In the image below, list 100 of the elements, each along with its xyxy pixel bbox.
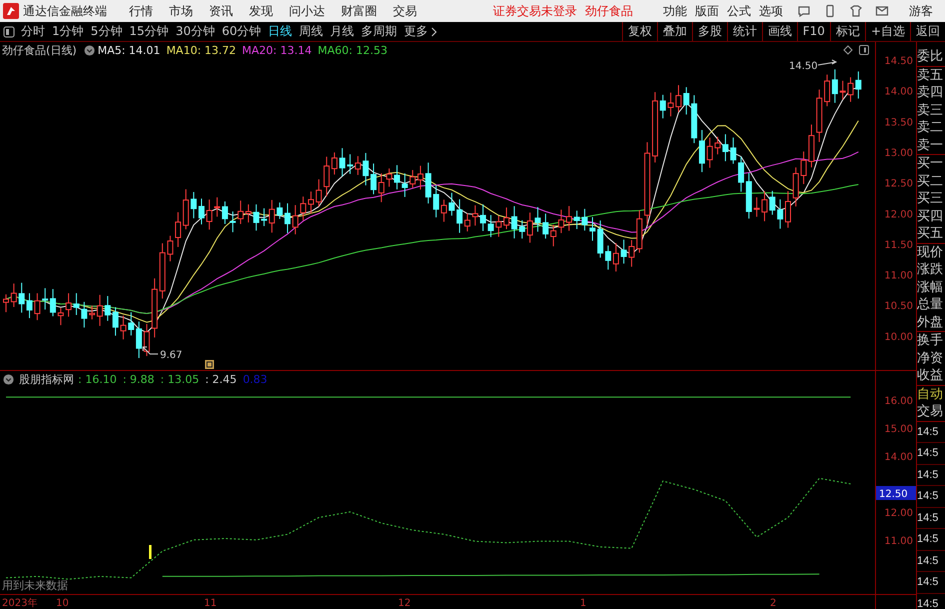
price-axis-label: 12.00	[884, 209, 913, 220]
menu-item[interactable]: 选项	[759, 2, 783, 20]
ma-value: MA5: 14.01	[98, 44, 160, 56]
period-tab[interactable]: 15分钟	[129, 23, 169, 40]
date-axis-label: 2	[770, 598, 776, 609]
tool-button[interactable]: 统计	[726, 22, 762, 41]
ma-value: MA60: 12.53	[318, 44, 388, 56]
quote-label: 卖三	[917, 102, 944, 119]
price-axis-label: 12.50	[884, 178, 913, 190]
tool-button[interactable]: 标记	[830, 22, 865, 41]
menu-item[interactable]: 资讯	[209, 2, 233, 20]
quote-label: 买三	[917, 190, 944, 208]
quote-label: 卖二	[917, 119, 944, 136]
menu-item[interactable]: 交易	[393, 2, 417, 20]
mail-icon[interactable]	[875, 4, 889, 18]
chat-icon[interactable]	[797, 4, 811, 18]
quote-label: 买四	[917, 208, 944, 225]
menu-item[interactable]: 发现	[249, 2, 273, 20]
menu-item[interactable]: 公式	[727, 2, 751, 20]
period-tab[interactable]: 月线	[330, 23, 354, 40]
tool-button[interactable]: +自选	[864, 22, 910, 41]
quote-label: 卖四	[917, 84, 944, 102]
quote-label: 买一	[917, 155, 944, 172]
date-axis-label: 11	[204, 598, 217, 609]
panel-toggle-icon[interactable]	[859, 45, 869, 55]
quote-label: 现价	[917, 244, 944, 261]
quote-label: 买二	[917, 172, 944, 190]
price-annotation: 14.50	[789, 61, 818, 72]
price-axis-label: 11.50	[884, 240, 913, 251]
indicator-name: 股朋指标网	[19, 372, 74, 386]
period-tab[interactable]: 30分钟	[176, 23, 215, 40]
menu-item[interactable]: 财富圈	[341, 2, 377, 20]
ma-value: MA20: 13.14	[242, 44, 312, 56]
tool-button[interactable]: 返回	[910, 22, 945, 41]
menu-item[interactable]: 市场	[169, 2, 193, 20]
period-tab[interactable]: 分时	[21, 23, 45, 40]
period-tab[interactable]: 1分钟	[52, 23, 84, 40]
period-tab[interactable]: 60分钟	[222, 23, 262, 40]
trade-time: 14:5	[917, 464, 945, 486]
indicator-value: : 16.10	[78, 372, 117, 386]
signal-mark	[149, 545, 152, 559]
date-axis-label: 1	[580, 598, 586, 609]
quote-label: 卖五	[917, 66, 944, 84]
tool-button[interactable]: 多股	[692, 22, 727, 41]
event-marker-icon[interactable]	[205, 360, 214, 369]
shirt-icon[interactable]	[849, 4, 863, 18]
app-title: 通达信金融终端	[23, 2, 107, 20]
price-axis-label: 13.00	[884, 148, 913, 159]
menu-item[interactable]: 问小达	[289, 2, 325, 20]
quote-label: 买五	[917, 225, 945, 244]
chevron-icon[interactable]	[431, 26, 438, 36]
indicator-axis-label: 11.00	[884, 536, 913, 547]
app-logo-icon	[3, 3, 19, 19]
login-notice[interactable]: 证券交易未登录	[493, 2, 577, 20]
quote-label: 外盘	[917, 314, 945, 332]
trade-time: 14:5	[917, 572, 945, 594]
quote-label: 净资	[917, 350, 944, 367]
date-axis-label: 2023年	[2, 598, 38, 609]
price-axis-label: 10.50	[884, 301, 913, 312]
user-label[interactable]: 游客	[909, 2, 933, 20]
dropdown-icon[interactable]	[3, 374, 14, 384]
date-axis-label: 12	[398, 598, 411, 609]
menu-item[interactable]: 版面	[695, 2, 719, 20]
price-axis-label: 14.50	[884, 56, 913, 67]
chart-title: 劲仔食品(日线)	[2, 42, 77, 58]
trade-time: 14:5	[917, 550, 945, 572]
quote-label: 换手	[917, 332, 944, 350]
indicator-axis-label: 15.00	[884, 424, 913, 435]
more-tab[interactable]: 更多	[404, 23, 428, 40]
stock-name: 劲仔食品	[585, 2, 633, 20]
period-tab[interactable]: 周线	[299, 23, 324, 40]
indicator-value: : 9.88	[122, 372, 154, 386]
tool-button[interactable]: 复权	[622, 22, 657, 41]
diamond-icon[interactable]	[843, 45, 853, 55]
auto-label[interactable]: 自动	[917, 386, 945, 403]
quote-label: 涨跌	[917, 261, 944, 278]
panel-toggle-icon[interactable]	[3, 26, 15, 38]
tool-button[interactable]: 叠加	[656, 22, 692, 41]
indicator-value: : 2.45	[205, 372, 237, 386]
period-tab[interactable]: 多周期	[361, 23, 398, 40]
indicator-axis-label: 14.00	[884, 452, 913, 463]
dropdown-icon[interactable]	[84, 44, 95, 56]
trade-time: 14:5	[917, 594, 945, 609]
tool-button[interactable]: 画线	[762, 22, 797, 41]
price-axis-label: 11.00	[884, 270, 913, 282]
leader-line	[818, 60, 838, 66]
indicator-axis-label: 16.00	[884, 396, 913, 407]
price-axis-label: 14.00	[884, 86, 913, 98]
trade-time: 14:5	[917, 508, 945, 529]
tool-button[interactable]: F10	[796, 22, 830, 41]
price-annotation: 9.67	[160, 350, 182, 361]
future-data-note: 用到未来数据	[2, 579, 68, 592]
period-tab[interactable]: 5分钟	[90, 23, 122, 40]
menu-item[interactable]: 行情	[129, 2, 153, 20]
quote-label: 卖一	[917, 136, 945, 155]
leader-line	[142, 346, 158, 354]
menu-item[interactable]: 功能	[663, 2, 687, 20]
trade-time: 14:5	[917, 422, 945, 443]
period-tab[interactable]: 日线	[268, 23, 292, 40]
quote-label: 收益	[917, 367, 945, 386]
